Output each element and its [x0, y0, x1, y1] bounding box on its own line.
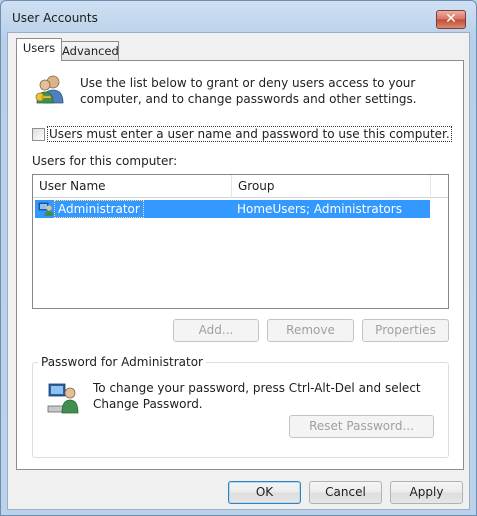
cell-user-name: Administrator [54, 200, 144, 218]
password-instructions: To change your password, press Ctrl-Alt-… [93, 381, 421, 411]
column-header-group[interactable]: Group [232, 175, 431, 198]
reset-password-button[interactable]: Reset Password... [289, 415, 434, 438]
title-bar[interactable]: User Accounts ✕ [1, 1, 476, 33]
password-groupbox: Password for Administrator To change you… [32, 355, 449, 458]
column-header-user-name[interactable]: User Name [33, 175, 232, 198]
close-icon: ✕ [445, 11, 457, 27]
user-keyboard-icon [47, 383, 79, 414]
dialog-client-area: Advanced Users Use the list below to gra… [7, 32, 470, 510]
require-login-label[interactable]: Users must enter a user name and passwor… [47, 126, 452, 142]
remove-user-button[interactable]: Remove [267, 319, 354, 342]
add-user-button[interactable]: Add... [173, 319, 259, 342]
users-tab-page: Use the list below to grant or deny user… [16, 60, 464, 470]
users-listview[interactable]: User Name Group Administrator HomeUsers;… [32, 174, 449, 309]
intro-text: Use the list below to grant or deny user… [80, 76, 417, 106]
properties-button[interactable]: Properties [362, 319, 449, 342]
tab-users[interactable]: Users [16, 38, 62, 61]
cancel-button[interactable]: Cancel [309, 481, 382, 504]
apply-button[interactable]: Apply [390, 481, 463, 504]
table-row[interactable]: Administrator HomeUsers; Administrators [35, 200, 430, 218]
tab-advanced[interactable]: Advanced [61, 41, 119, 61]
require-login-checkbox[interactable] [32, 128, 45, 141]
user-icon [38, 202, 54, 216]
window-title: User Accounts [12, 11, 98, 25]
cell-group: HomeUsers; Administrators [237, 202, 402, 216]
user-accounts-window: User Accounts ✕ Advanced Users Use the l… [0, 0, 477, 516]
password-group-title: Password for Administrator [38, 355, 206, 369]
close-button[interactable]: ✕ [436, 10, 466, 29]
users-keys-icon [35, 75, 64, 104]
users-list-label: Users for this computer: [32, 154, 178, 168]
ok-button[interactable]: OK [228, 481, 301, 504]
listview-header: User Name Group [33, 175, 448, 198]
